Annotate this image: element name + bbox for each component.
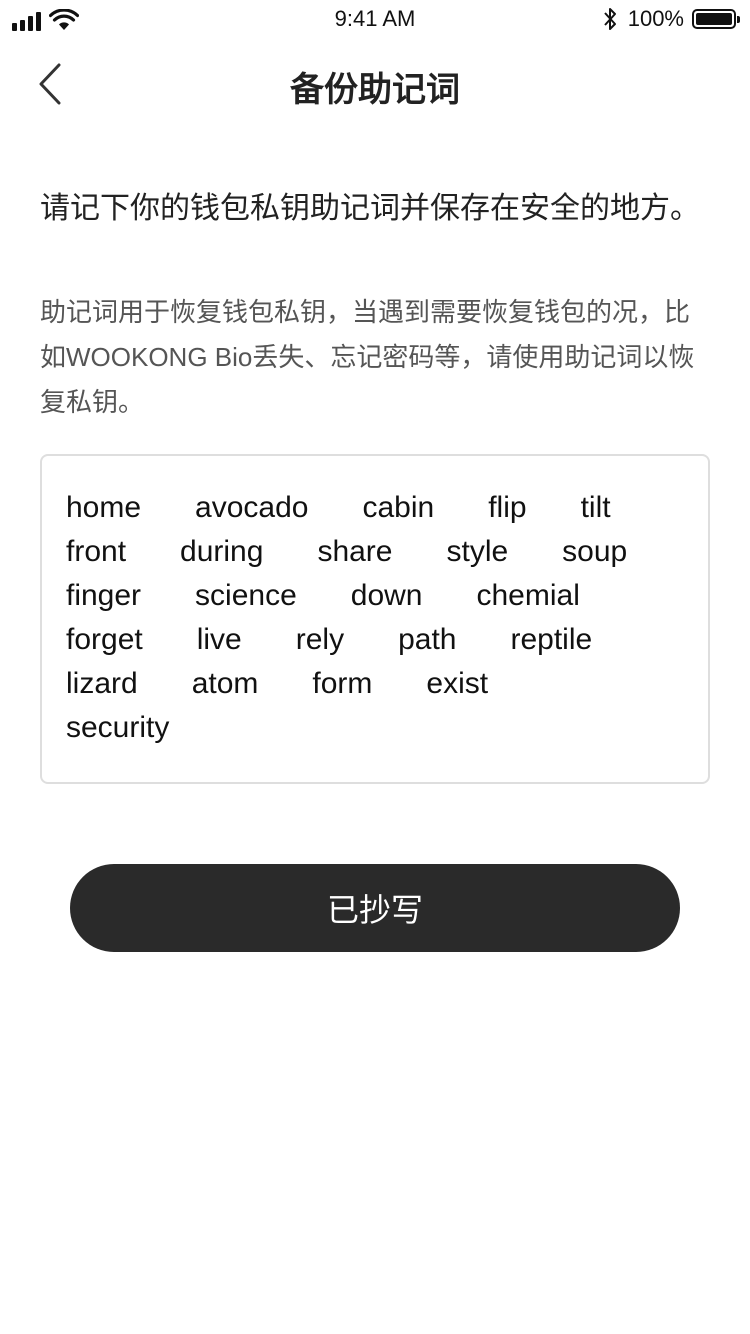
mnemonic-word: share	[317, 535, 393, 568]
mnemonic-word: rely	[295, 623, 345, 656]
mnemonic-word: style	[446, 535, 509, 568]
mnemonic-word: soup	[562, 535, 628, 568]
instruction-headline: 请记下你的钱包私钥助记词并保存在安全的地方。	[40, 192, 700, 225]
mnemonic-word: during	[180, 535, 264, 568]
mnemonic-word: atom	[191, 667, 259, 700]
mnemonic-word: exist	[426, 667, 489, 700]
mnemonic-word: chemial	[476, 579, 580, 612]
instruction-description: 助记词用于恢复钱包私钥，当遇到需要恢复钱包的况，比如WOOKONG Bio丢失、…	[40, 297, 695, 417]
mnemonic-word: form	[312, 667, 373, 700]
status-right: 100%	[602, 6, 740, 32]
mnemonic-word: avocado	[195, 491, 309, 524]
mnemonic-word: security	[66, 711, 170, 744]
mnemonic-word: forget	[66, 623, 143, 656]
battery-percent: 100%	[627, 6, 684, 31]
mnemonic-word: flip	[488, 491, 527, 524]
bluetooth-icon	[603, 8, 616, 30]
mnemonic-word: tilt	[580, 491, 611, 524]
mnemonic-word: path	[398, 623, 457, 656]
mnemonic-word: down	[350, 579, 423, 612]
mnemonic-word: front	[66, 535, 127, 568]
mnemonic-word: cabin	[362, 491, 435, 524]
mnemonic-word: reptile	[510, 623, 593, 656]
mnemonic-word: home	[66, 491, 142, 524]
page-title: 备份助记词	[290, 71, 460, 109]
nav-bar: 备份助记词	[0, 40, 750, 128]
copied-confirm-button[interactable]: 已抄写	[70, 864, 680, 952]
mnemonic-box: home avocado cabin flip tilt front during share…	[40, 454, 710, 784]
mnemonic-word: science	[195, 579, 297, 612]
mnemonic-word: live	[196, 623, 242, 656]
mnemonic-word: finger	[66, 579, 142, 612]
mnemonic-word-list: home avocado cabin flip tilt front during share…	[66, 486, 686, 750]
mnemonic-word: lizard	[66, 667, 138, 700]
status-bar: 9:41 AM 100%	[0, 0, 750, 40]
battery-icon	[692, 9, 740, 29]
